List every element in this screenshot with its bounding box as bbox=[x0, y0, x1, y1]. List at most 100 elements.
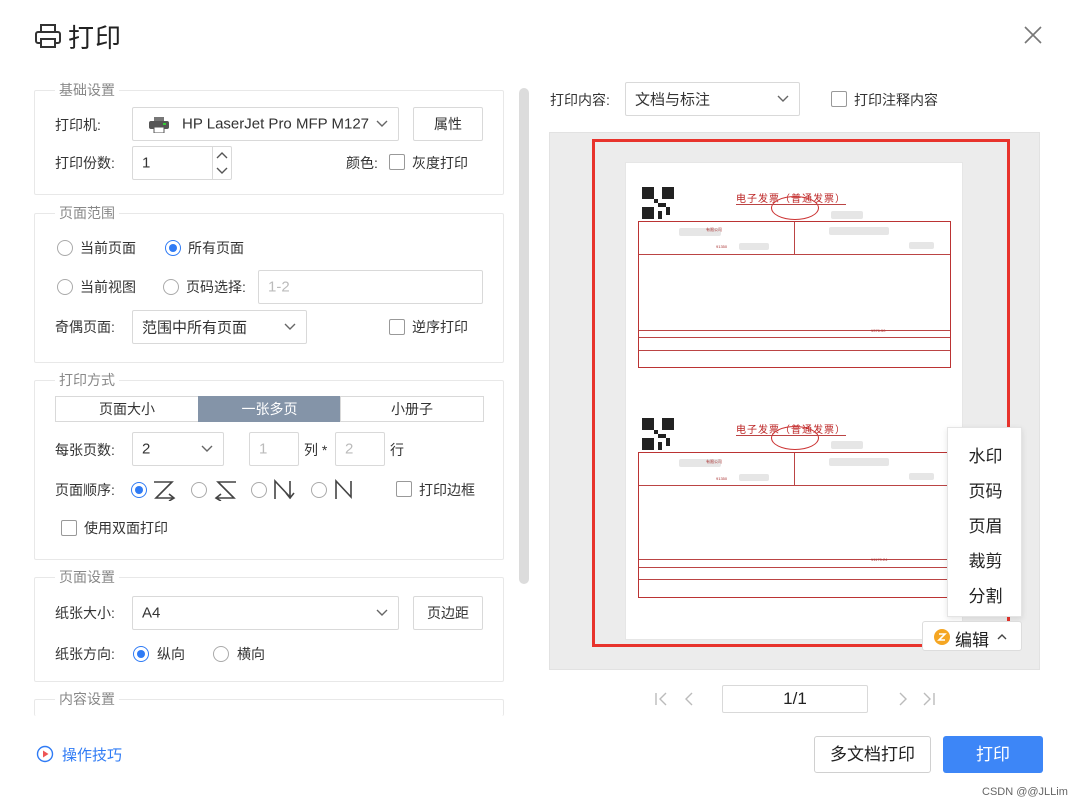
landscape-label: 横向 bbox=[237, 646, 265, 662]
page-setup-legend: 页面设置 bbox=[55, 568, 119, 586]
grayscale-checkbox[interactable] bbox=[389, 154, 405, 170]
print-content-select[interactable]: 文档与标注 bbox=[625, 82, 800, 116]
page-indicator[interactable]: 1/1 bbox=[722, 685, 868, 713]
copies-stepper[interactable]: 1 bbox=[132, 146, 232, 180]
first-page-icon[interactable] bbox=[654, 691, 668, 707]
menu-item-watermark[interactable]: 水印 bbox=[948, 442, 1023, 467]
properties-button[interactable]: 属性 bbox=[413, 107, 483, 141]
print-comments-checkbox[interactable] bbox=[831, 91, 847, 107]
per-sheet-label: 每张页数: bbox=[55, 442, 115, 458]
rows-input[interactable]: 2 bbox=[335, 432, 385, 466]
menu-item-split[interactable]: 分割 bbox=[948, 582, 1023, 607]
content-setup-group: 内容设置 bbox=[34, 690, 504, 716]
odd-even-value: 范围中所有页面 bbox=[142, 319, 248, 337]
copies-value: 1 bbox=[142, 154, 151, 172]
current-view-radio[interactable] bbox=[57, 279, 73, 295]
duplex-label: 使用双面打印 bbox=[84, 520, 168, 536]
chevron-down-icon bbox=[201, 445, 213, 452]
prev-page-icon[interactable] bbox=[682, 691, 696, 707]
page-select-input[interactable]: 1-2 bbox=[258, 270, 483, 304]
csdn-watermark: CSDN @@JLLim bbox=[982, 786, 1068, 798]
per-sheet-value: 2 bbox=[142, 440, 151, 458]
odd-even-label: 奇偶页面: bbox=[55, 319, 115, 335]
order-option-4-radio[interactable] bbox=[311, 482, 327, 498]
order-option-1-radio[interactable] bbox=[131, 482, 147, 498]
orientation-label: 纸张方向: bbox=[55, 646, 115, 662]
reverse-z-order-icon bbox=[214, 481, 236, 501]
portrait-radio[interactable] bbox=[133, 646, 149, 662]
print-content-label: 打印内容: bbox=[550, 92, 610, 108]
tab-page-size[interactable]: 页面大小 bbox=[55, 396, 199, 422]
print-button[interactable]: 打印 bbox=[943, 736, 1043, 773]
printer-label: 打印机: bbox=[55, 117, 101, 133]
grayscale-label: 灰度打印 bbox=[412, 155, 468, 171]
close-icon[interactable] bbox=[1022, 24, 1044, 46]
chevron-down-icon[interactable] bbox=[216, 167, 228, 175]
menu-item-page-number[interactable]: 页码 bbox=[948, 477, 1023, 502]
tab-booklet[interactable]: 小册子 bbox=[340, 396, 484, 422]
menu-item-header[interactable]: 页眉 bbox=[948, 512, 1023, 537]
edit-badge-icon bbox=[934, 629, 950, 645]
order-option-2-radio[interactable] bbox=[191, 482, 207, 498]
last-page-icon[interactable] bbox=[922, 691, 936, 707]
print-border-label: 打印边框 bbox=[419, 482, 475, 498]
page-select-radio[interactable] bbox=[163, 279, 179, 295]
page-select-placeholder: 1-2 bbox=[268, 278, 290, 296]
z-order-icon bbox=[154, 481, 176, 501]
per-sheet-select[interactable]: 2 bbox=[132, 432, 224, 466]
reverse-print-checkbox[interactable] bbox=[389, 319, 405, 335]
play-circle-icon[interactable] bbox=[36, 745, 54, 763]
multi-doc-print-button[interactable]: 多文档打印 bbox=[814, 736, 931, 773]
tab-multi-page[interactable]: 一张多页 bbox=[198, 396, 341, 422]
reverse-print-label: 逆序打印 bbox=[412, 319, 468, 335]
duplex-checkbox[interactable] bbox=[61, 520, 77, 536]
chevron-down-icon bbox=[777, 95, 789, 102]
tips-link[interactable]: 操作技巧 bbox=[62, 744, 122, 765]
current-page-radio[interactable] bbox=[57, 240, 73, 256]
reverse-n-order-icon bbox=[335, 479, 352, 500]
print-content-value: 文档与标注 bbox=[635, 91, 711, 109]
order-option-3-radio[interactable] bbox=[251, 482, 267, 498]
landscape-radio[interactable] bbox=[213, 646, 229, 662]
dialog-title: 打印 bbox=[68, 23, 123, 53]
margins-button[interactable]: 页边距 bbox=[413, 596, 483, 630]
paper-size-value: A4 bbox=[142, 604, 161, 622]
printer-device-icon bbox=[149, 117, 169, 133]
edit-label: 编辑 bbox=[955, 631, 989, 650]
page-order-label: 页面顺序: bbox=[55, 482, 115, 498]
paper-size-label: 纸张大小: bbox=[55, 605, 115, 621]
odd-even-select[interactable]: 范围中所有页面 bbox=[132, 310, 307, 344]
columns-value: 1 bbox=[259, 440, 268, 458]
print-comments-label: 打印注释内容 bbox=[854, 92, 938, 108]
current-view-label: 当前视图 bbox=[80, 279, 136, 295]
copies-label: 打印份数: bbox=[55, 155, 115, 171]
chevron-up-icon[interactable] bbox=[216, 151, 228, 159]
printer-select[interactable]: HP LaserJet Pro MFP M127 bbox=[132, 107, 399, 141]
color-label: 颜色: bbox=[346, 155, 378, 171]
chevron-up-icon bbox=[997, 634, 1007, 640]
rows-value: 2 bbox=[345, 440, 354, 458]
all-pages-radio[interactable] bbox=[165, 240, 181, 256]
n-order-icon bbox=[274, 479, 295, 500]
rows-label: 行 bbox=[390, 442, 404, 458]
paper-size-select[interactable]: A4 bbox=[132, 596, 399, 630]
portrait-label: 纵向 bbox=[157, 646, 185, 662]
printer-value: HP LaserJet Pro MFP M127 bbox=[182, 115, 370, 133]
edit-menu: 水印 页码 页眉 裁剪 分割 bbox=[947, 427, 1022, 617]
content-setup-legend: 内容设置 bbox=[55, 690, 119, 708]
columns-label: 列 * bbox=[304, 442, 328, 458]
menu-item-crop[interactable]: 裁剪 bbox=[948, 547, 1023, 572]
page-range-legend: 页面范围 bbox=[55, 204, 119, 222]
basic-settings-group: 基础设置 bbox=[34, 81, 504, 195]
print-method-legend: 打印方式 bbox=[55, 371, 119, 389]
page-select-label: 页码选择: bbox=[186, 279, 246, 295]
chevron-down-icon bbox=[376, 120, 388, 127]
settings-scrollbar[interactable] bbox=[519, 88, 529, 584]
all-pages-label: 所有页面 bbox=[188, 240, 244, 256]
printer-icon bbox=[35, 24, 61, 48]
columns-input[interactable]: 1 bbox=[249, 432, 299, 466]
chevron-down-icon bbox=[284, 323, 296, 330]
next-page-icon[interactable] bbox=[896, 691, 910, 707]
print-border-checkbox[interactable] bbox=[396, 481, 412, 497]
edit-button[interactable]: 编辑 bbox=[922, 621, 1022, 651]
